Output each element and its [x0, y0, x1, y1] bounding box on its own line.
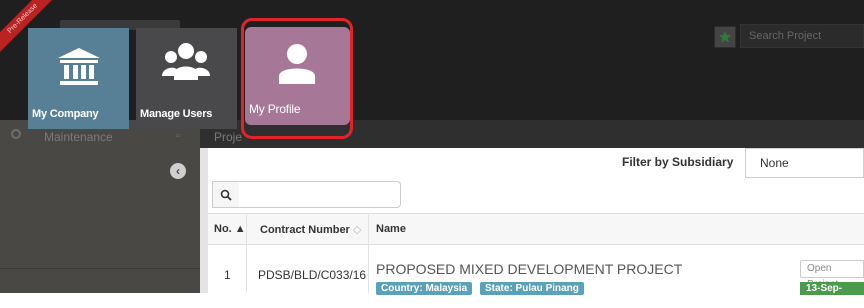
- bank-icon: [58, 48, 100, 85]
- subsidiary-filter-select[interactable]: None: [745, 148, 864, 178]
- sort-icon: ◇: [352, 224, 362, 236]
- chevron-left-circle-icon: ‹: [176, 164, 180, 178]
- table-search-input[interactable]: [239, 181, 401, 208]
- tile-my-company[interactable]: My Company: [28, 28, 129, 129]
- column-header-no[interactable]: No. ▲: [214, 223, 246, 235]
- tile-label: My Company: [32, 108, 99, 120]
- column-label: Contract Number: [260, 224, 350, 236]
- table-search-button[interactable]: [212, 181, 240, 208]
- column-label: No.: [214, 223, 232, 235]
- date-badge: 13-Sep-2016: [800, 282, 864, 307]
- main-left-shadow: [200, 148, 208, 293]
- open-project-button[interactable]: Open Project: [800, 260, 864, 290]
- tile-manage-users[interactable]: Manage Users: [136, 28, 237, 129]
- filter-value: None: [760, 156, 789, 170]
- sort-asc-icon: ▲: [234, 223, 246, 235]
- collapse-sidebar-button[interactable]: ‹: [170, 163, 186, 179]
- country-badge: Country: Malaysia: [376, 282, 473, 295]
- tile-label: Manage Users: [140, 108, 213, 120]
- projects-table: No. ▲ Contract Number ◇ Name 1 PDSB/BLD/…: [208, 213, 864, 307]
- state-badge: State: Pulau Pinang: [480, 282, 584, 295]
- search-icon: [220, 189, 232, 201]
- table-row[interactable]: 1 PDSB/BLD/C033/16 PROPOSED MIXED DEVELO…: [208, 244, 864, 307]
- contract-number: PDSB/BLD/C033/16: [258, 268, 367, 282]
- column-header-name[interactable]: Name: [376, 223, 406, 235]
- filter-label: Filter by Subsidiary: [622, 155, 734, 169]
- column-label: Name: [376, 223, 406, 235]
- app-menu: My Company Manage Users My Profile: [0, 0, 864, 140]
- row-number: 1: [224, 268, 231, 282]
- table-header: No. ▲ Contract Number ◇ Name: [208, 213, 864, 245]
- sidebar: Maintenance ▫: [0, 120, 200, 293]
- sidebar-divider: [0, 268, 200, 269]
- project-name[interactable]: PROPOSED MIXED DEVELOPMENT PROJECT: [376, 261, 682, 277]
- column-header-contract-number[interactable]: Contract Number ◇: [260, 223, 361, 236]
- highlight-box: [241, 18, 353, 139]
- users-icon: [162, 43, 210, 80]
